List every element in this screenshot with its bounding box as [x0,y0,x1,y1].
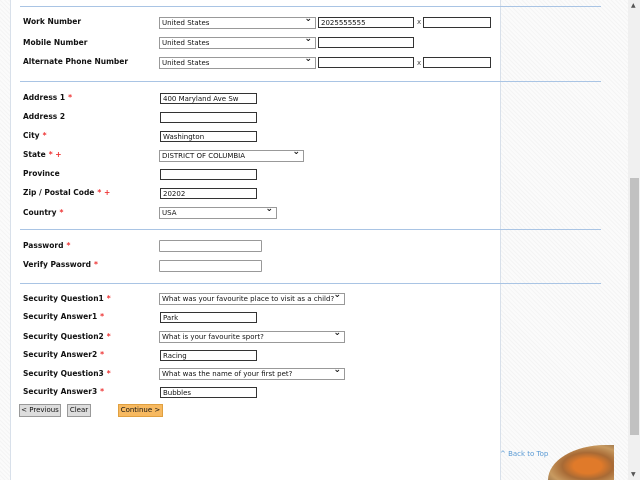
security-answer1-input[interactable]: Park [160,312,257,323]
security-question3-label: Security Question3 * [23,369,111,378]
country-select[interactable]: USA [159,207,277,219]
continue-button[interactable]: Continue > [118,404,163,417]
work-number-label: Work Number [23,17,82,26]
zip-label-text: Zip / Postal Code [23,188,95,197]
security-answer3-label-text: Security Answer3 [23,387,98,396]
required-marker: * [66,241,71,250]
state-select[interactable]: DISTRICT OF COLUMBIA [159,150,304,162]
alternate-number-input[interactable] [318,57,414,68]
security-answer1-label-text: Security Answer1 [23,312,98,321]
work-ext-input[interactable] [423,17,491,28]
work-number-input[interactable]: 2025555555 [318,17,414,28]
ext-separator: x [417,59,422,67]
divider [20,229,601,230]
mobile-number-label: Mobile Number [23,38,88,47]
alternate-ext-input[interactable] [423,57,491,68]
alternate-country-select[interactable]: United States [159,57,316,69]
state-label: State * + [23,150,62,159]
security-question2-select[interactable]: What is your favourite sport? [159,331,345,343]
alternate-number-label: Alternate Phone Number [23,57,129,66]
province-label: Province [23,169,60,178]
classroom-image [548,445,614,480]
divider [20,6,601,7]
back-to-top-link[interactable]: ^ Back to Top [500,450,548,458]
address1-input[interactable]: 400 Maryland Ave Sw [160,93,257,104]
province-input[interactable] [160,169,257,180]
security-question1-label: Security Question1 * [23,294,111,303]
address1-label-text: Address 1 [23,93,66,102]
security-question1-label-text: Security Question1 [23,294,104,303]
required-marker: * + [48,150,62,159]
required-marker: * [106,369,111,378]
city-input[interactable]: Washington [160,131,257,142]
address1-label: Address 1 * [23,93,72,102]
password-input[interactable] [159,240,262,252]
divider [20,283,601,284]
scroll-down-arrow-icon[interactable]: ▼ [631,471,636,478]
city-label-text: City [23,131,40,140]
required-marker: * [42,131,47,140]
verify-password-label: Verify Password * [23,260,98,269]
previous-button[interactable]: < Previous [19,404,61,417]
security-answer2-label-text: Security Answer2 [23,350,98,359]
zip-input[interactable]: 20202 [160,188,257,199]
required-marker: * [93,260,98,269]
security-question3-select[interactable]: What was the name of your first pet? [159,368,345,380]
scroll-up-arrow-icon[interactable]: ▲ [631,2,636,9]
address2-input[interactable] [160,112,257,123]
work-country-select[interactable]: United States [159,17,316,29]
required-marker: * [106,332,111,341]
security-question2-label-text: Security Question2 [23,332,104,341]
required-marker: * [68,93,73,102]
verify-password-input[interactable] [159,260,262,272]
required-marker: * + [97,188,111,197]
security-answer2-label: Security Answer2 * [23,350,104,359]
security-question2-label: Security Question2 * [23,332,111,341]
country-label: Country * [23,208,63,217]
required-marker: * [100,387,105,396]
scrollbar-thumb[interactable] [630,178,639,435]
zip-label: Zip / Postal Code * + [23,188,110,197]
country-label-text: Country [23,208,57,217]
required-marker: * [100,350,105,359]
verify-password-label-text: Verify Password [23,260,91,269]
security-answer2-input[interactable]: Racing [160,350,257,361]
vertical-scrollbar[interactable]: ▲ ▼ [628,0,640,480]
required-marker: * [59,208,64,217]
address2-label: Address 2 [23,112,66,121]
mobile-number-input[interactable] [318,37,414,48]
required-marker: * [100,312,105,321]
password-label: Password * [23,241,70,250]
security-question1-select[interactable]: What was your favourite place to visit a… [159,293,345,305]
security-answer1-label: Security Answer1 * [23,312,104,321]
ext-separator: x [417,18,422,26]
city-label: City * [23,131,47,140]
security-answer3-input[interactable]: Bubbles [160,387,257,398]
security-answer3-label: Security Answer3 * [23,387,104,396]
password-label-text: Password [23,241,64,250]
state-label-text: State [23,150,46,159]
divider [20,81,601,82]
required-marker: * [106,294,111,303]
mobile-country-select[interactable]: United States [159,37,316,49]
security-question3-label-text: Security Question3 [23,369,104,378]
clear-button[interactable]: Clear [67,404,91,417]
